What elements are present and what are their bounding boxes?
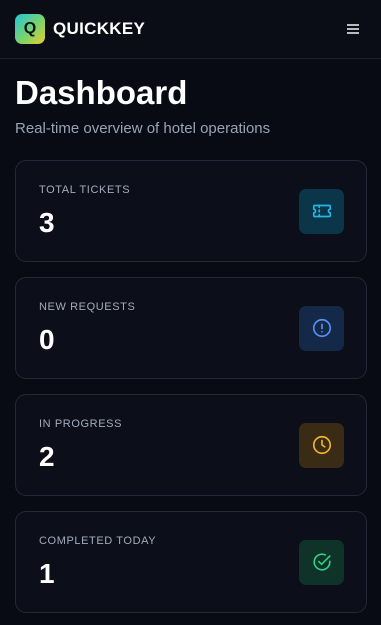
stat-card-total-tickets[interactable]: TOTAL TICKETS 3 [15, 160, 367, 263]
stat-card-in-progress[interactable]: IN PROGRESS 2 [15, 394, 367, 497]
stats-cards: TOTAL TICKETS 3 NEW REQUESTS 0 IN PROGRE… [15, 160, 367, 614]
brand-name: QUICKKEY [53, 19, 146, 38]
stat-label: COMPLETED TODAY [39, 534, 157, 547]
stat-card-new-requests[interactable]: NEW REQUESTS 0 [15, 277, 367, 380]
clock-icon [299, 422, 344, 468]
quickkey-logo: Q [15, 14, 45, 44]
stat-value: 3 [39, 206, 55, 238]
stat-value: 2 [39, 440, 55, 472]
stat-label: IN PROGRESS [39, 417, 123, 430]
stat-value: 0 [39, 323, 55, 355]
stat-value: 1 [39, 557, 55, 589]
hamburger-menu-icon[interactable] [340, 16, 366, 42]
page-subtitle: Real-time overview of hotel operations [15, 120, 271, 138]
stat-label: TOTAL TICKETS [39, 183, 131, 196]
ticket-icon [299, 188, 344, 234]
stat-label: NEW REQUESTS [39, 300, 136, 313]
dashboard-main: Dashboard Real-time overview of hotel op… [0, 59, 381, 614]
brand[interactable]: Q QUICKKEY [15, 14, 145, 44]
alert-circle-icon [299, 305, 344, 351]
top-navbar: Q QUICKKEY [0, 0, 381, 59]
page-title: Dashboard [15, 74, 188, 111]
check-circle-icon [299, 539, 344, 585]
stat-card-completed-today[interactable]: COMPLETED TODAY 1 [15, 511, 367, 614]
